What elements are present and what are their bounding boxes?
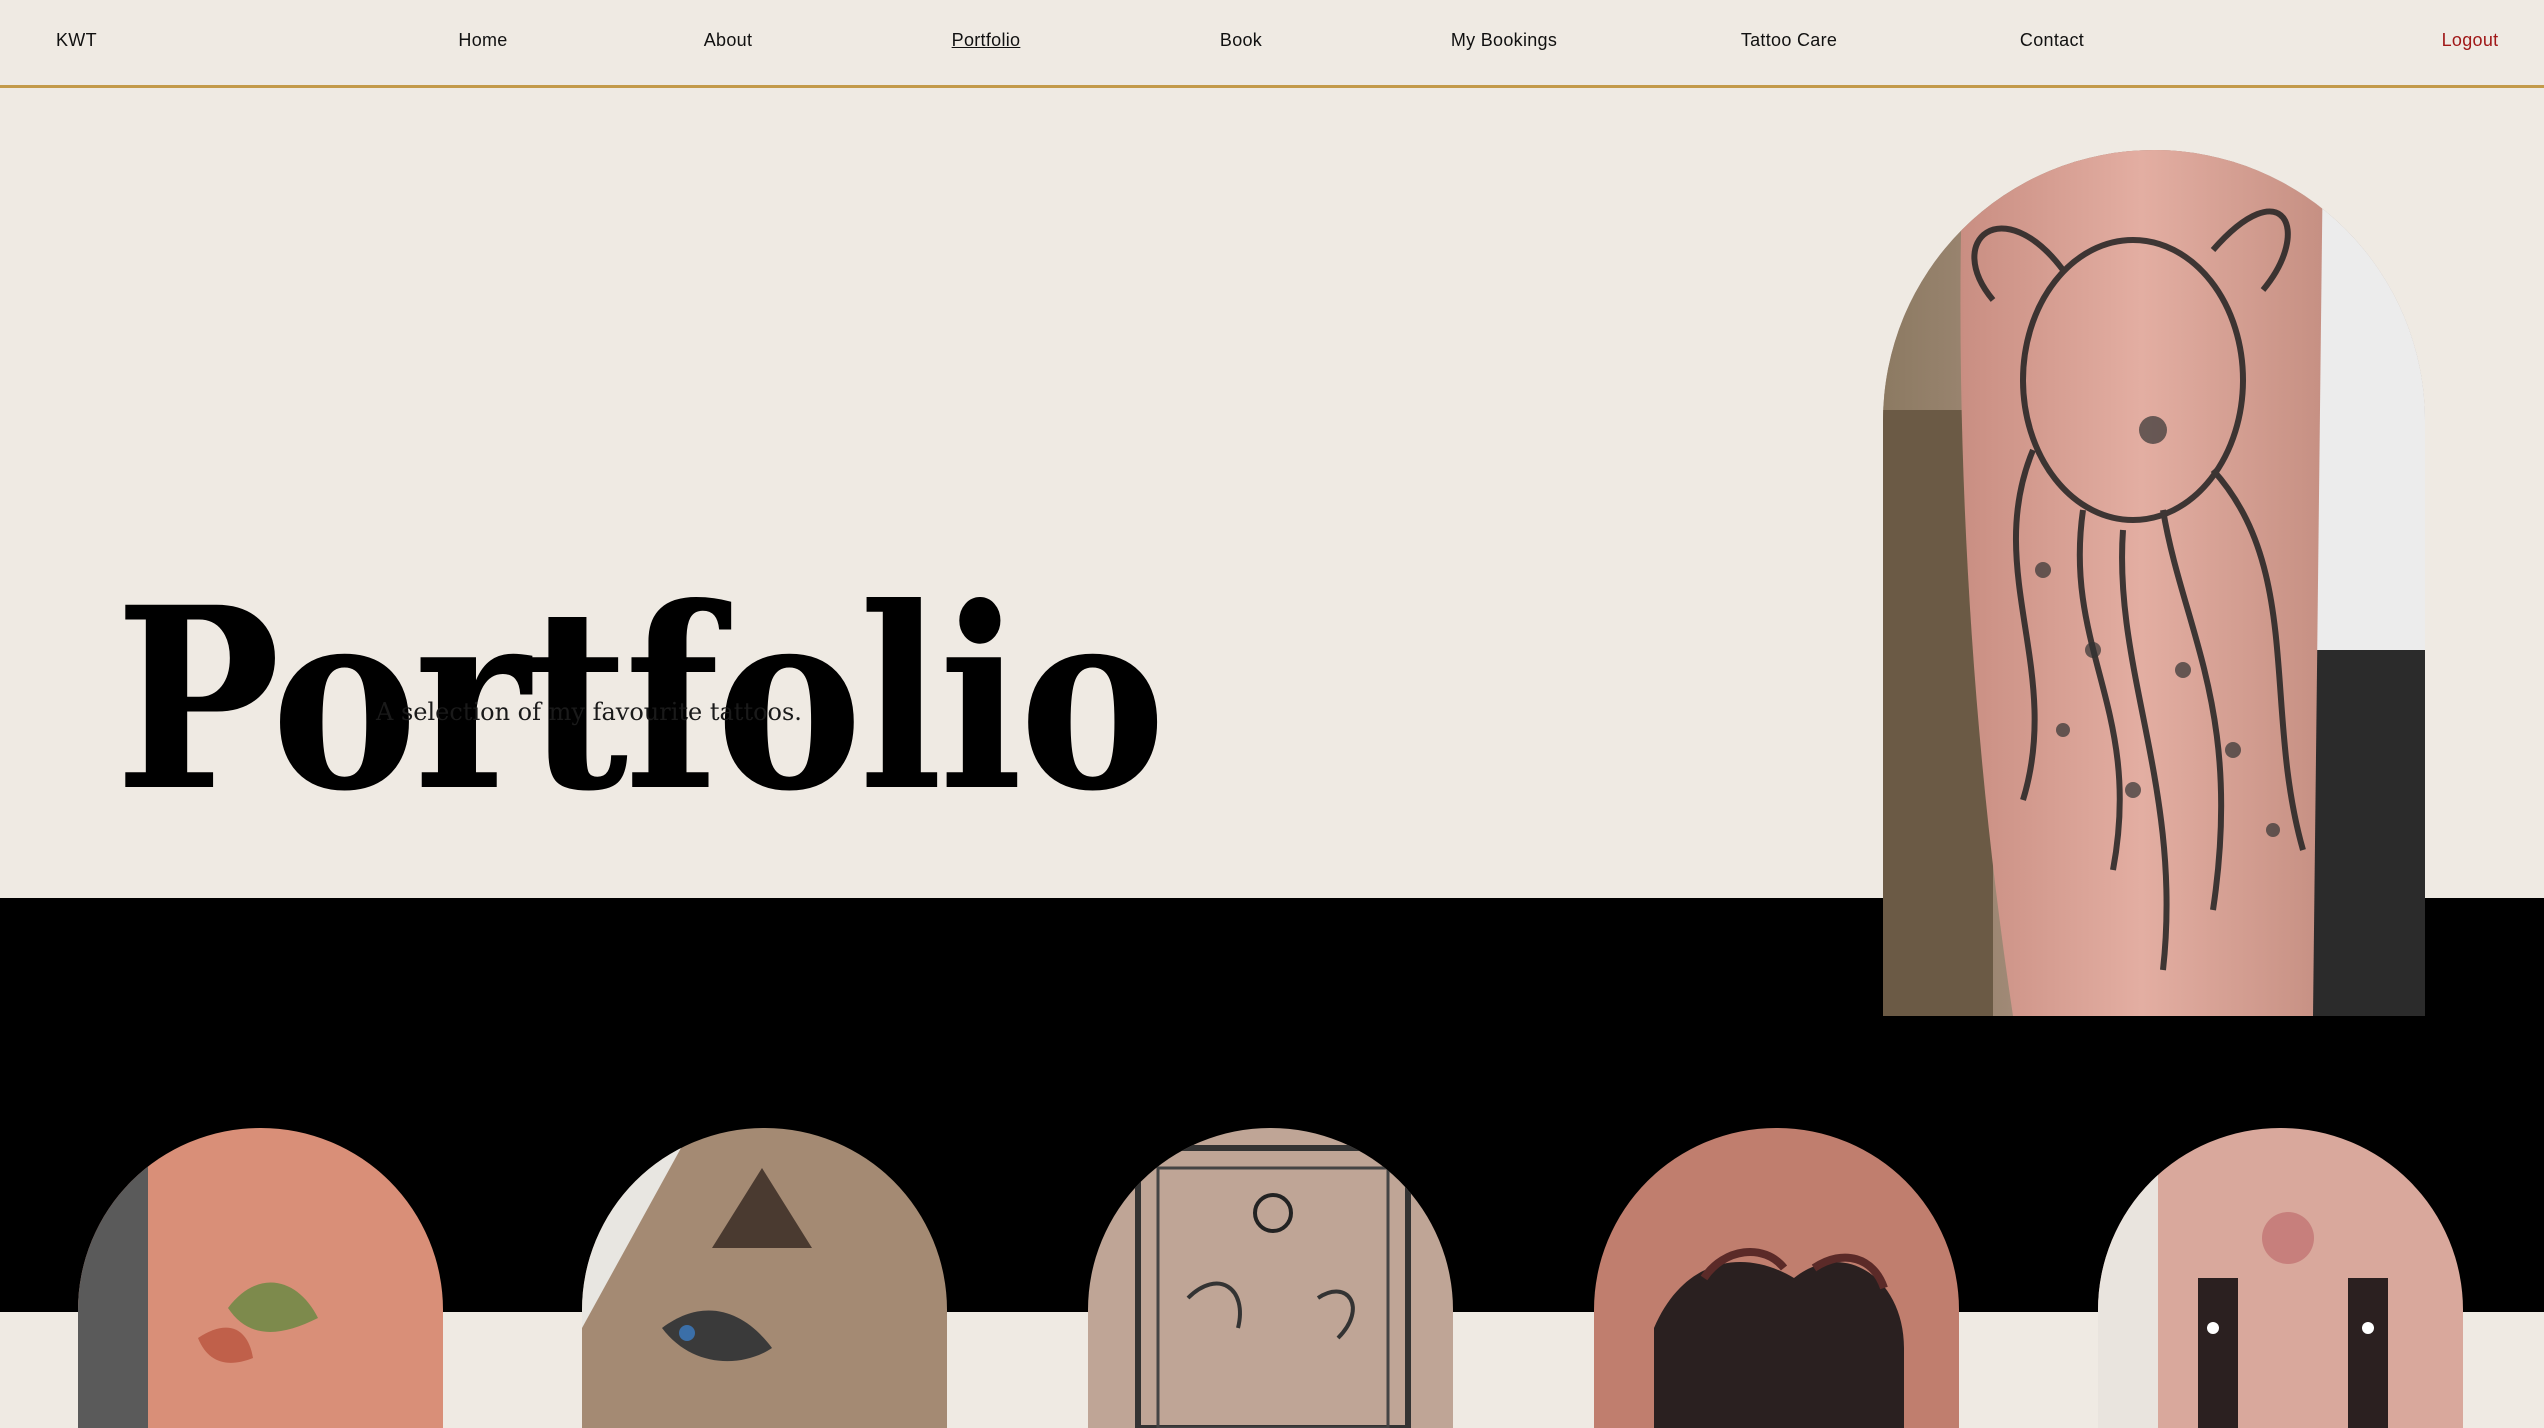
page-subtitle: A selection of my favourite tattoos. — [376, 698, 802, 726]
nav-contact[interactable]: Contact — [2020, 30, 2084, 51]
featured-tattoo-photo — [1883, 150, 2425, 1016]
top-navigation: KWT Home About Portfolio Book My Booking… — [0, 0, 2544, 88]
nav-my-bookings[interactable]: My Bookings — [1451, 30, 1557, 51]
logout-link[interactable]: Logout — [2442, 30, 2499, 51]
nav-book[interactable]: Book — [1220, 30, 1262, 51]
nav-home[interactable]: Home — [458, 30, 507, 51]
nav-tattoo-care[interactable]: Tattoo Care — [1741, 30, 1837, 51]
nav-about[interactable]: About — [704, 30, 753, 51]
brand-logo-link[interactable]: KWT — [56, 30, 97, 51]
gallery-item-flower-tattoo[interactable] — [78, 1128, 443, 1428]
gallery-item-dinosaur-tattoo[interactable] — [582, 1128, 947, 1428]
gallery-item-wave-tattoo[interactable] — [1594, 1128, 1959, 1428]
gallery-item-tarot-tattoo[interactable] — [1088, 1128, 1453, 1428]
nav-portfolio[interactable]: Portfolio — [952, 30, 1021, 51]
gallery-item-hands-tattoo[interactable] — [2098, 1128, 2463, 1428]
